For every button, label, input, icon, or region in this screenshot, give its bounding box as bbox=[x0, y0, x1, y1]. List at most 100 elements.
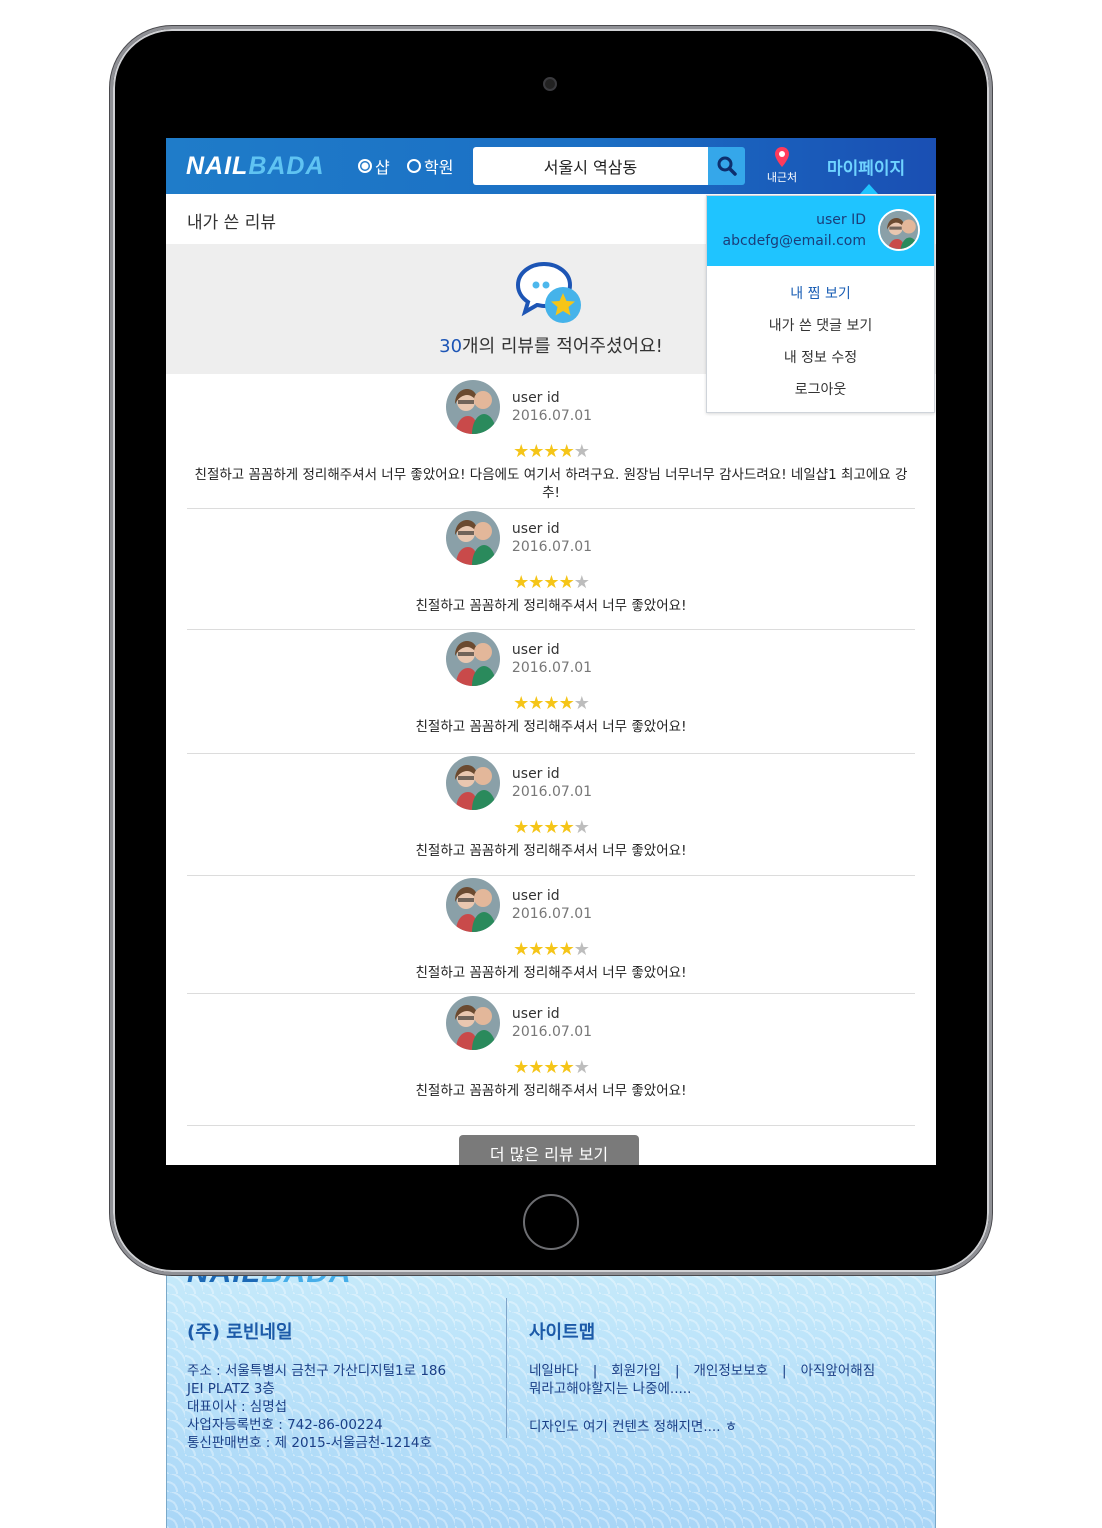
footer-ceo: 대표이사 : 심명섭 bbox=[187, 1399, 288, 1415]
footer-company-name: (주) 로빈네일 bbox=[187, 1322, 293, 1343]
menu-item-logout[interactable]: 로그아웃 bbox=[707, 374, 934, 406]
review-date: 2016.07.01 bbox=[511, 906, 593, 922]
review-chat-star-icon bbox=[515, 261, 581, 323]
search-input[interactable] bbox=[473, 147, 708, 185]
review-user-id: user id bbox=[511, 642, 560, 658]
footer-link-privacy[interactable]: 개인정보보호 bbox=[694, 1363, 769, 1379]
dropdown-caret bbox=[860, 184, 878, 194]
star-icon: ★ bbox=[513, 1057, 529, 1078]
review-header: user id 2016.07.01 bbox=[187, 876, 915, 932]
footer-business-number: 사업자등록번호 : 742-86-00224 bbox=[187, 1417, 383, 1433]
star-icon: ★ bbox=[528, 441, 544, 462]
dropdown-avatar bbox=[878, 209, 920, 251]
star-icon: ★ bbox=[528, 817, 544, 838]
menu-item-my-comments[interactable]: 내가 쓴 댓글 보기 bbox=[707, 310, 934, 342]
location-pin-icon bbox=[775, 147, 789, 167]
avatar bbox=[445, 380, 500, 434]
footer-address-block: 주소 : 서울특별시 금천구 가산디지털1로 186 JEI PLATZ 3층 … bbox=[187, 1362, 487, 1452]
nearby-button[interactable]: 내근처 bbox=[762, 146, 802, 185]
radio-unchecked-icon bbox=[407, 159, 421, 173]
dropdown-user-id: user ID bbox=[816, 212, 866, 228]
avatar bbox=[445, 756, 500, 810]
star-icon: ★ bbox=[543, 441, 559, 462]
star-icon: ★ bbox=[528, 693, 544, 714]
review-text: 친절하고 꼼꼼하게 정리해주셔서 너무 좋았어요! bbox=[415, 719, 687, 735]
footer-note: 디자인도 여기 컨텐츠 정해지면.... ㅎ bbox=[529, 1419, 738, 1435]
footer-link-misc[interactable]: 아직앞어해짐 bbox=[801, 1363, 876, 1379]
radio-checked-icon bbox=[358, 159, 372, 173]
avatar bbox=[445, 996, 500, 1050]
page-title: 내가 쓴 리뷰 bbox=[187, 213, 277, 233]
site-logo[interactable]: NAILBADA bbox=[186, 152, 325, 181]
footer-link-home[interactable]: 네일바다 bbox=[529, 1363, 579, 1379]
review-user-id: user id bbox=[511, 888, 560, 904]
search-button[interactable] bbox=[708, 147, 745, 185]
category-shop-radio[interactable]: 샵 bbox=[358, 154, 390, 178]
star-icon: ★ bbox=[573, 817, 590, 838]
review-user-id: user id bbox=[511, 390, 560, 406]
review-user-meta: user id 2016.07.01 bbox=[512, 1005, 592, 1041]
star-icon: ★ bbox=[543, 817, 559, 838]
star-icon: ★ bbox=[513, 817, 529, 838]
dropdown-menu: 내 찜 보기 내가 쓴 댓글 보기 내 정보 수정 로그아웃 bbox=[707, 278, 934, 406]
star-rating: ★★★★★ bbox=[187, 442, 915, 462]
footer-links: 네일바다 | 회원가입 | 개인정보보호 | 아직앞어해짐 뭐라고해야할지는 나중에....… bbox=[529, 1362, 924, 1398]
load-more-reviews-button[interactable]: 더 많은 리뷰 보기 bbox=[459, 1135, 639, 1165]
star-icon: ★ bbox=[528, 572, 544, 593]
menu-item-wishlist[interactable]: 내 찜 보기 bbox=[707, 278, 934, 310]
site-footer: NAILBADA (주) 로빈네일 주소 : 서울특별시 금천구 가산디지털1로… bbox=[166, 1240, 936, 1528]
footer-company-info: (주) 로빈네일 주소 : 서울특별시 금천구 가산디지털1로 186 JEI … bbox=[187, 1318, 487, 1452]
review-user-meta: user id 2016.07.01 bbox=[512, 389, 592, 425]
review-header: user id 2016.07.01 bbox=[187, 754, 915, 810]
review-text: 친절하고 꼼꼼하게 정리해주셔서 너무 좋았어요! 다음에도 여기서 하려구요.… bbox=[194, 467, 908, 501]
star-icon: ★ bbox=[543, 693, 559, 714]
star-icon: ★ bbox=[558, 939, 575, 960]
review-item: user id 2016.07.01 ★★★★★ 친절하고 꼼꼼하게 정리해주셔서 너… bbox=[187, 630, 915, 754]
review-date: 2016.07.01 bbox=[511, 408, 593, 424]
review-date: 2016.07.01 bbox=[511, 660, 593, 676]
top-navigation-bar: NAILBADA 샵 학원 서울시 역삼동 내근처 마이페이지 bbox=[166, 138, 936, 194]
star-icon: ★ bbox=[573, 441, 590, 462]
review-list: user id 2016.07.01 ★★★★★ 친절하고 꼼꼼하게 정리해주셔서 너… bbox=[187, 378, 915, 1126]
review-text: 친절하고 꼼꼼하게 정리해주셔서 너무 좋았어요! bbox=[415, 598, 687, 614]
star-icon: ★ bbox=[558, 441, 575, 462]
stage: NAILBADA (주) 로빈네일 주소 : 서울특별시 금천구 가산디지털1로… bbox=[0, 0, 1102, 1528]
review-user-id: user id bbox=[511, 521, 560, 537]
category-shop-label: 샵 bbox=[375, 158, 390, 177]
mypage-menu-button[interactable]: 마이페이지 bbox=[827, 154, 905, 179]
review-user-meta: user id 2016.07.01 bbox=[512, 520, 592, 556]
search-icon bbox=[717, 156, 737, 176]
star-icon: ★ bbox=[513, 441, 529, 462]
star-icon: ★ bbox=[513, 693, 529, 714]
review-text: 친절하고 꼼꼼하게 정리해주셔서 너무 좋았어요! bbox=[415, 1083, 687, 1099]
tablet-screen: NAILBADA 샵 학원 서울시 역삼동 내근처 마이페이지 내가 쓴 리뷰 … bbox=[166, 138, 936, 1165]
review-user-id: user id bbox=[511, 1006, 560, 1022]
footer-sitemap: 사이트맵 네일바다 | 회원가입 | 개인정보보호 | 아직앞어해짐 뭐라고해야할지는 나중… bbox=[529, 1318, 924, 1435]
avatar bbox=[445, 511, 500, 565]
category-academy-radio[interactable]: 학원 bbox=[407, 154, 453, 178]
footer-divider bbox=[506, 1298, 507, 1438]
star-icon: ★ bbox=[543, 1057, 559, 1078]
footer-link-separator: | bbox=[674, 1363, 680, 1379]
footer-address-building: JEI PLATZ 3층 bbox=[187, 1381, 275, 1397]
review-user-meta: user id 2016.07.01 bbox=[512, 765, 592, 801]
footer-link-signup[interactable]: 회원가입 bbox=[611, 1363, 661, 1379]
footer-sitemap-title: 사이트맵 bbox=[529, 1322, 596, 1343]
review-count-suffix: 개의 리뷰를 적어주셨어요! bbox=[462, 336, 663, 357]
star-icon: ★ bbox=[513, 939, 529, 960]
review-header: user id 2016.07.01 bbox=[187, 509, 915, 565]
review-item: user id 2016.07.01 ★★★★★ 친절하고 꼼꼼하게 정리해주셔서 너… bbox=[187, 754, 915, 876]
star-icon: ★ bbox=[573, 572, 590, 593]
home-button[interactable] bbox=[523, 1194, 579, 1250]
star-icon: ★ bbox=[543, 939, 559, 960]
footer-address: 주소 : 서울특별시 금천구 가산디지털1로 186 bbox=[187, 1363, 447, 1379]
camera-icon bbox=[543, 77, 557, 91]
footer-links-overflow: 뭐라고해야할지는 나중에..... bbox=[529, 1381, 692, 1397]
review-header: user id 2016.07.01 bbox=[187, 994, 915, 1050]
dropdown-user-email: abcdefg@email.com bbox=[722, 233, 866, 249]
nearby-label: 내근처 bbox=[766, 171, 798, 184]
star-icon: ★ bbox=[558, 693, 575, 714]
review-item: user id 2016.07.01 ★★★★★ 친절하고 꼼꼼하게 정리해주셔서 너… bbox=[187, 994, 915, 1126]
star-icon: ★ bbox=[558, 572, 575, 593]
menu-item-edit-profile[interactable]: 내 정보 수정 bbox=[707, 342, 934, 374]
